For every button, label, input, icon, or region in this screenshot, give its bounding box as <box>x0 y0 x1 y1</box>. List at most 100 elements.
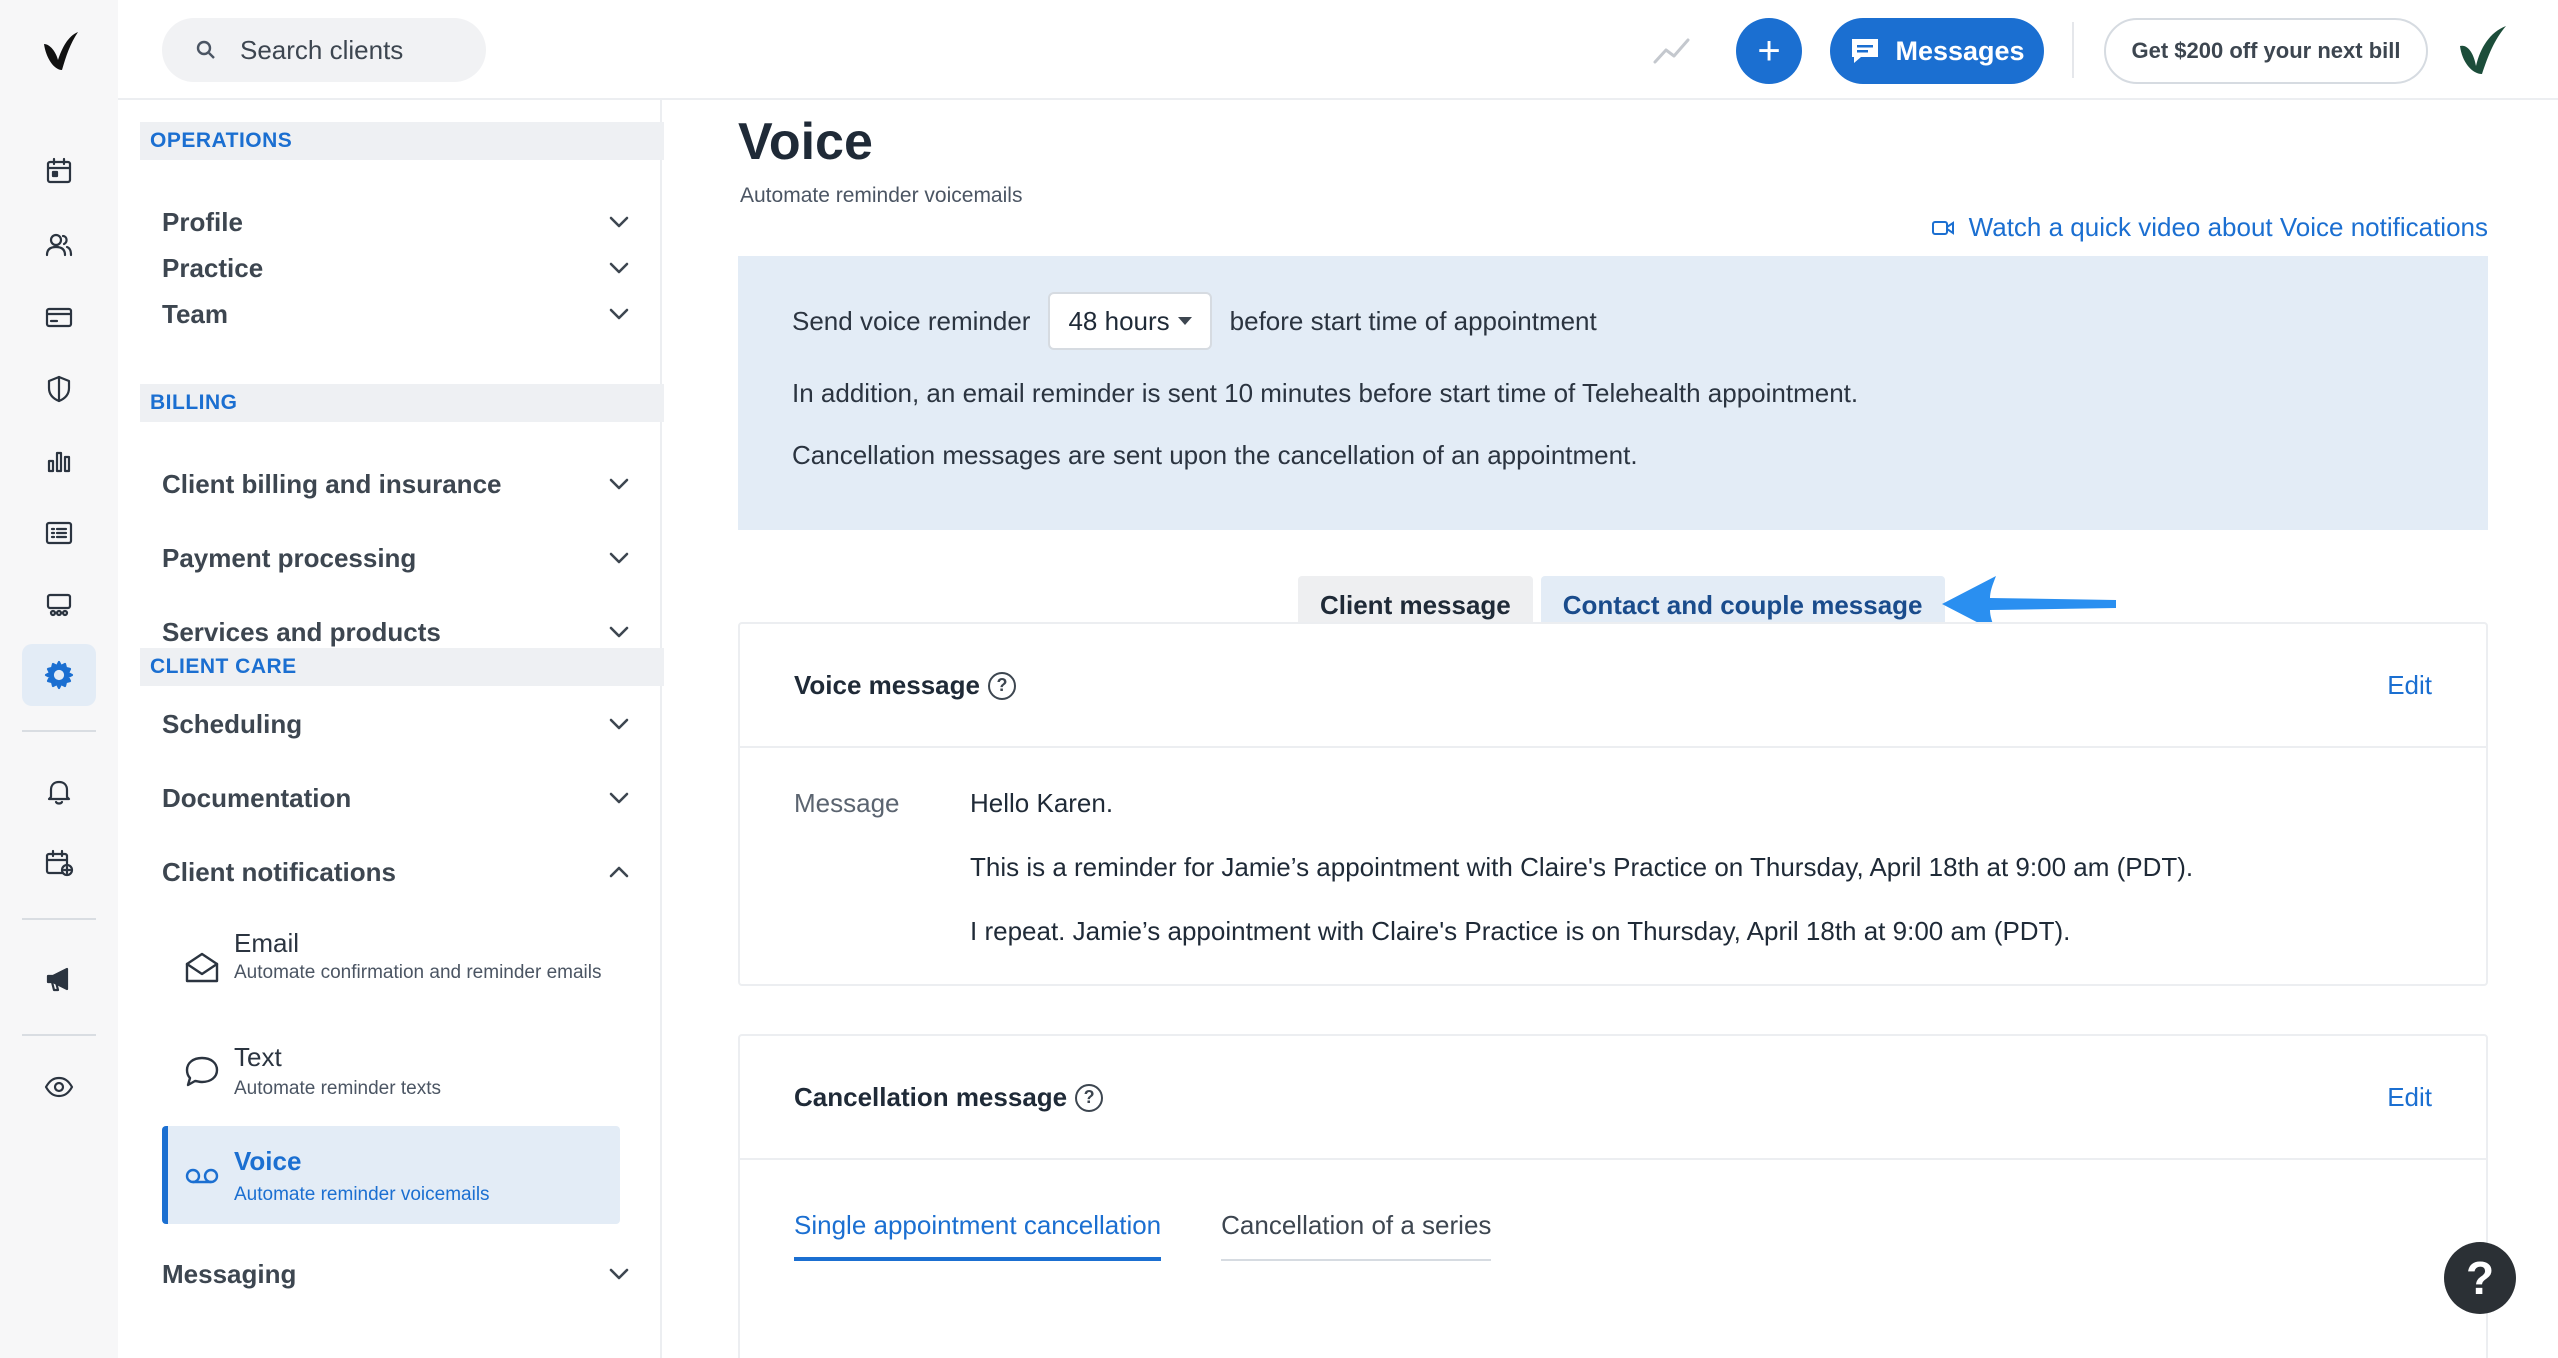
eye-icon[interactable] <box>22 1056 96 1118</box>
sidebar-item-client-billing[interactable]: Client billing and insurance <box>162 454 632 514</box>
message-line: I repeat. Jamie’s appointment with Clair… <box>970 916 2071 946</box>
sidebar-item-label: Client billing and insurance <box>162 468 502 499</box>
trend-icon[interactable] <box>1652 32 1692 68</box>
search-placeholder: Search clients <box>240 34 404 65</box>
sidebar-item-label: Scheduling <box>162 708 303 739</box>
marketplace-icon[interactable] <box>22 574 96 636</box>
video-link[interactable]: Watch a quick video about Voice notifica… <box>1931 212 2488 243</box>
cancellation-message-edit-link[interactable]: Edit <box>2387 1082 2432 1113</box>
rail-divider <box>22 730 96 732</box>
notification-voice[interactable]: Voice Automate reminder voicemails <box>162 1126 620 1224</box>
section-client-care: CLIENT CARE <box>140 648 664 686</box>
notification-text[interactable]: Text Automate reminder texts <box>162 1034 620 1104</box>
main-content: Voice Automate reminder voicemails Watch… <box>662 100 2558 1358</box>
calendar-icon[interactable] <box>22 140 96 202</box>
chevron-down-icon <box>609 626 629 638</box>
chat-icon <box>1852 39 1879 63</box>
cancellation-message-header: Cancellation message ? Edit <box>740 1036 2486 1160</box>
chevron-down-icon <box>609 478 629 490</box>
notification-email[interactable]: Email Automate confirmation and reminder… <box>162 918 620 1008</box>
cancellation-note: Cancellation messages are sent upon the … <box>792 440 1638 470</box>
bell-icon[interactable] <box>22 760 96 822</box>
tab-single-appointment[interactable]: Single appointment cancellation <box>794 1210 1162 1261</box>
sidebar-item-label: Payment processing <box>162 542 417 573</box>
sidebar-item-label: Client notifications <box>162 856 396 887</box>
settings-gear-icon[interactable] <box>22 644 96 706</box>
help-button[interactable]: ? <box>2444 1242 2516 1314</box>
page-title: Voice <box>738 113 873 171</box>
billing-card-icon[interactable] <box>22 286 96 348</box>
video-camera-icon <box>1931 220 1954 235</box>
promo-button[interactable]: Get $200 off your next bill <box>2104 18 2428 84</box>
plus-icon: + <box>1757 28 1781 73</box>
voice-message-edit-link[interactable]: Edit <box>2387 670 2432 701</box>
voice-message-title-text: Voice message <box>794 670 980 700</box>
envelope-icon <box>182 948 222 988</box>
sidebar-item-scheduling[interactable]: Scheduling <box>162 694 632 754</box>
create-button[interactable]: + <box>1736 18 1802 84</box>
notification-email-desc: Automate confirmation and reminder email… <box>234 962 602 983</box>
voice-message-header: Voice message ? Edit <box>740 624 2486 748</box>
calendar-add-icon[interactable] <box>22 832 96 894</box>
sidebar-item-messaging[interactable]: Messaging <box>162 1244 632 1304</box>
chevron-down-icon <box>609 262 629 274</box>
sidebar-item-label: Team <box>162 298 228 329</box>
reminder-settings-panel: Send voice reminder 48 hours before star… <box>738 256 2488 530</box>
cancellation-message-title: Cancellation message ? <box>794 1082 1104 1113</box>
icon-rail <box>0 0 118 1358</box>
caret-down-icon <box>1177 317 1192 325</box>
top-bar: Search clients + Messages Get $200 off y… <box>118 0 2558 100</box>
sidebar-item-team[interactable]: Team <box>162 284 632 344</box>
message-line: Hello Karen. <box>970 788 1114 818</box>
chevron-down-icon <box>609 308 629 320</box>
messages-label: Messages <box>1895 35 2025 66</box>
cancellation-message-card: Cancellation message ? Edit Single appoi… <box>738 1034 2488 1358</box>
list-icon[interactable] <box>22 502 96 564</box>
sidebar-item-client-notifications[interactable]: Client notifications <box>162 842 632 902</box>
chevron-down-icon <box>609 792 629 804</box>
reminder-timing-row: Send voice reminder 48 hours before star… <box>792 292 1597 350</box>
sidebar-item-documentation[interactable]: Documentation <box>162 768 632 828</box>
chevron-down-icon <box>609 552 629 564</box>
notification-email-title: Email <box>234 928 300 958</box>
simplepractice-logo[interactable] <box>40 30 82 74</box>
page-subtitle: Automate reminder voicemails <box>740 184 1023 207</box>
rail-divider <box>22 918 96 920</box>
tab-series-cancellation[interactable]: Cancellation of a series <box>1221 1210 1492 1261</box>
topbar-divider <box>2072 22 2074 78</box>
analytics-icon[interactable] <box>22 430 96 492</box>
sidebar-item-label: Services and products <box>162 616 441 647</box>
help-circle-icon[interactable]: ? <box>987 671 1016 700</box>
notification-voice-title: Voice <box>234 1146 302 1176</box>
chevron-down-icon <box>609 1268 629 1280</box>
megaphone-icon[interactable] <box>22 948 96 1010</box>
search-icon <box>196 40 215 59</box>
chevron-down-icon <box>609 718 629 730</box>
messages-button[interactable]: Messages <box>1830 18 2044 84</box>
shield-icon[interactable] <box>22 358 96 420</box>
rail-divider <box>22 1034 96 1036</box>
speech-bubble-icon <box>182 1052 222 1092</box>
sidebar-item-payment-processing[interactable]: Payment processing <box>162 528 632 588</box>
clients-icon[interactable] <box>22 214 96 276</box>
sidebar-item-label: Documentation <box>162 782 352 813</box>
message-line: This is a reminder for Jamie’s appointme… <box>970 852 2194 882</box>
send-suffix: before start time of appointment <box>1229 305 1597 336</box>
help-circle-icon[interactable]: ? <box>1075 1083 1104 1112</box>
cancellation-message-title-text: Cancellation message <box>794 1082 1068 1112</box>
voicemail-icon <box>182 1156 222 1196</box>
reminder-hours-select[interactable]: 48 hours <box>1048 292 1212 350</box>
section-billing: BILLING <box>140 384 664 422</box>
notification-text-desc: Automate reminder texts <box>234 1078 441 1099</box>
voice-message-card: Voice message ? Edit Message Hello Karen… <box>738 622 2488 986</box>
sidebar-item-label: Messaging <box>162 1258 297 1289</box>
notification-text-title: Text <box>234 1042 282 1072</box>
account-avatar[interactable] <box>2454 24 2510 78</box>
search-input[interactable]: Search clients <box>162 18 486 82</box>
section-operations: OPERATIONS <box>140 122 664 160</box>
sidebar-item-label: Practice <box>162 252 264 283</box>
voice-message-title: Voice message ? <box>794 670 1016 701</box>
notification-voice-desc: Automate reminder voicemails <box>234 1184 490 1205</box>
cancellation-tabs: Single appointment cancellation Cancella… <box>794 1210 1492 1261</box>
chevron-down-icon <box>609 216 629 228</box>
